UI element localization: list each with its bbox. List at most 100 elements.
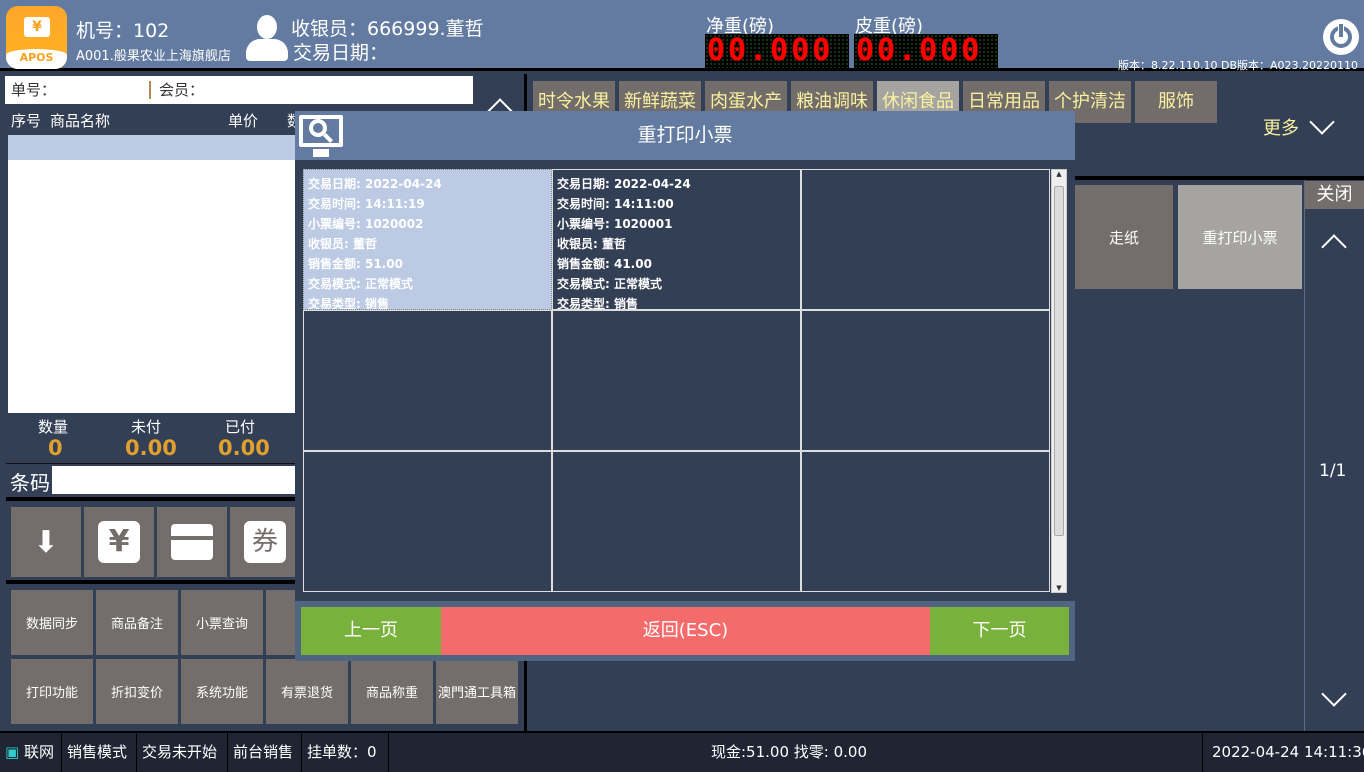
receipt-type: 交易类型: 销售 xyxy=(557,297,638,310)
more-categories-button[interactable]: 更多 xyxy=(1263,109,1335,140)
receipt-no: 小票编号: 1020001 xyxy=(557,217,673,231)
network-status: ▣ 联网 xyxy=(0,733,62,772)
receipt-cell[interactable] xyxy=(552,451,801,592)
function-button[interactable]: 小票查询 xyxy=(181,590,263,655)
page-up-button[interactable] xyxy=(1321,234,1347,260)
receipt-cell[interactable]: 交易日期: 2022-04-24 交易时间: 14:11:19 小票编号: 1020… xyxy=(303,169,552,310)
receipt-cashier: 收银员: 董哲 xyxy=(308,237,377,251)
receipt-amount: 销售金额: 51.00 xyxy=(308,257,403,271)
page-down-button[interactable] xyxy=(1321,681,1347,707)
receipt-date: 交易日期: 2022-04-24 xyxy=(557,177,691,191)
feed-paper-button[interactable]: 走纸 xyxy=(1075,185,1173,289)
category-tab[interactable]: 服饰 xyxy=(1135,81,1217,123)
receipt-cashier: 收银员: 董哲 xyxy=(557,237,626,251)
user-icon xyxy=(246,15,288,61)
trade-date: 交易日期： xyxy=(293,42,389,64)
item-list-header: 序号 商品名称 单价 数 xyxy=(8,107,302,135)
receipt-cell[interactable] xyxy=(303,310,552,451)
pay-card-button[interactable] xyxy=(157,507,227,577)
scrollbar-thumb[interactable] xyxy=(1054,186,1064,536)
machine-number: 机号：102 xyxy=(76,20,170,42)
function-button[interactable]: 数据同步 xyxy=(11,590,93,655)
receipt-cell[interactable] xyxy=(552,310,801,451)
chevron-down-icon xyxy=(1321,681,1347,707)
network-label: 联网 xyxy=(23,743,54,761)
unpaid-value: 0.00 xyxy=(125,436,177,460)
order-info-bar: 单号： 会员： xyxy=(5,76,473,104)
datetime: 2022-04-24 14:11:36 xyxy=(1202,733,1364,772)
receipt-mode: 交易模式: 正常模式 xyxy=(308,277,413,291)
yen-icon: ¥ xyxy=(98,521,140,563)
sale-type: 前台销售 xyxy=(228,733,302,772)
chevron-down-icon xyxy=(1309,109,1335,135)
member-label: 会员： xyxy=(159,81,205,99)
page-indicator: 1/1 xyxy=(1319,461,1347,481)
network-icon: ▣ xyxy=(5,743,20,761)
paid-label: 已付 xyxy=(225,418,256,436)
chevron-up-icon xyxy=(1321,234,1347,260)
order-no-label: 单号： xyxy=(11,81,57,99)
receipt-cell[interactable] xyxy=(801,451,1050,592)
apos-logo: ¥ APOS xyxy=(6,6,67,69)
function-button[interactable]: 系统功能 xyxy=(181,659,263,724)
receipt-cell[interactable] xyxy=(303,451,552,592)
paid-value: 0.00 xyxy=(218,436,270,460)
item-list[interactable]: 序号 商品名称 单价 数 xyxy=(8,107,302,413)
function-button[interactable]: 商品称重 xyxy=(351,659,433,724)
power-icon[interactable] xyxy=(1323,19,1359,55)
receipt-amount: 销售金额: 41.00 xyxy=(557,257,652,271)
receipt-cell[interactable] xyxy=(801,169,1050,310)
coupon-icon: 券 xyxy=(244,521,286,563)
receipt-mode: 交易模式: 正常模式 xyxy=(557,277,662,291)
next-page-button[interactable]: 下一页 xyxy=(930,607,1069,655)
close-button[interactable]: 关闭 xyxy=(1305,181,1364,209)
receipt-type: 交易类型: 销售 xyxy=(308,297,389,310)
version-info: 版本：8.22.110.10 DB版本：A023.20220110 xyxy=(1118,59,1358,72)
search-monitor-icon xyxy=(299,115,343,157)
dialog-footer: 上一页 返回(ESC) 下一页 xyxy=(295,601,1075,661)
receipt-date: 交易日期: 2022-04-24 xyxy=(308,177,442,191)
net-weight-display: 00.000 xyxy=(705,34,849,68)
receipt-time: 交易时间: 14:11:00 xyxy=(557,197,674,211)
qty-value: 0 xyxy=(48,436,63,460)
col-price: 单价 xyxy=(228,112,259,130)
function-button[interactable]: 商品备注 xyxy=(96,590,178,655)
receipt-cell[interactable] xyxy=(801,310,1050,451)
sale-mode: 销售模式 xyxy=(62,733,137,772)
reprint-dialog: 重打印小票 交易日期: 2022-04-24 交易时间: 14:11:19 小票编号… xyxy=(295,111,1075,661)
card-icon xyxy=(171,524,213,560)
store-name: A001.般果农业上海旗舰店 xyxy=(76,49,231,64)
pay-download-button[interactable]: ⬇ xyxy=(11,507,81,577)
barcode-label: 条码 xyxy=(10,471,50,495)
unpaid-label: 未付 xyxy=(131,418,162,436)
receipt-no: 小票编号: 1020002 xyxy=(308,217,424,231)
cashier: 收银员：666999.董哲 xyxy=(291,18,484,40)
reprint-receipt-button[interactable]: 重打印小票 xyxy=(1178,185,1302,289)
header: ¥ APOS 机号：102 A001.般果农业上海旗舰店 收银员：666999.董… xyxy=(0,0,1364,72)
function-button[interactable]: 打印功能 xyxy=(11,659,93,724)
function-button[interactable]: 折扣变价 xyxy=(96,659,178,724)
pay-cash-button[interactable]: ¥ xyxy=(84,507,154,577)
scroll-up-arrow-icon[interactable]: ▲ xyxy=(1052,170,1066,178)
tare-display: 00.000 xyxy=(854,34,998,68)
col-name: 商品名称 xyxy=(50,112,111,130)
status-bar: ▣ 联网 销售模式 交易未开始 前台销售 挂单数：0 现金:51.00 找零: … xyxy=(0,731,1364,772)
more-label: 更多 xyxy=(1263,118,1299,139)
receipt-time: 交易时间: 14:11:19 xyxy=(308,197,425,211)
function-button[interactable]: 澳門通工具箱 xyxy=(436,659,518,724)
back-esc-button[interactable]: 返回(ESC) xyxy=(441,607,930,655)
scrollbar[interactable]: ▲ ▼ xyxy=(1051,169,1067,593)
download-yen-icon: ⬇ xyxy=(33,524,59,560)
scroll-down-arrow-icon[interactable]: ▼ xyxy=(1052,584,1066,592)
pay-coupon-button[interactable]: 券 xyxy=(230,507,300,577)
selected-row[interactable] xyxy=(8,135,298,160)
trade-status: 交易未开始 xyxy=(137,733,228,772)
qty-label: 数量 xyxy=(38,418,69,436)
dialog-titlebar: 重打印小票 xyxy=(295,111,1075,160)
dialog-title: 重打印小票 xyxy=(637,124,733,146)
receipt-cell[interactable]: 交易日期: 2022-04-24 交易时间: 14:11:00 小票编号: 1020… xyxy=(552,169,801,310)
barcode-input[interactable] xyxy=(52,466,298,494)
prev-page-button[interactable]: 上一页 xyxy=(301,607,441,655)
function-button[interactable]: 有票退货 xyxy=(266,659,348,724)
cash-change: 现金:51.00 找零: 0.00 xyxy=(711,743,867,761)
